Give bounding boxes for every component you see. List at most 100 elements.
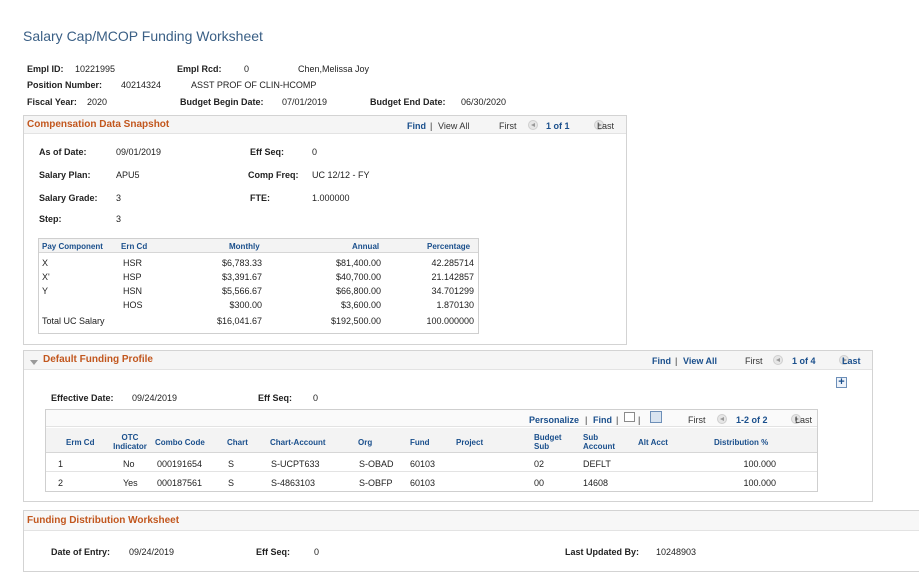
pay-row-1-monthly: $6,783.33 bbox=[221, 258, 262, 268]
salary-plan-value: APU5 bbox=[116, 170, 140, 180]
funding-row-2-combo: 000187561 bbox=[157, 478, 203, 488]
employee-name: Chen,Melissa Joy bbox=[298, 64, 370, 74]
position-title: ASST PROF OF CLIN-HCOMP bbox=[191, 80, 317, 90]
funding-profile-first-label: First bbox=[745, 356, 763, 366]
profile-eff-seq-value: 0 bbox=[313, 393, 319, 403]
step-value: 3 bbox=[116, 214, 122, 224]
pay-row-4-ern: HOS bbox=[123, 300, 143, 310]
funding-row-1-fund: 60103 bbox=[410, 459, 436, 469]
funding-distribution-panel: Funding Distribution Worksheet Date of E… bbox=[23, 510, 919, 572]
pay-row-2-ern: HSP bbox=[123, 272, 142, 282]
col-chart-account: Chart-Account bbox=[270, 438, 326, 447]
grid-last-label: Last bbox=[795, 415, 813, 425]
position-number-label: Position Number: bbox=[27, 80, 103, 90]
funding-row-1: 1 No 000191654 S S-UCPT633 S-OBAD 60103 … bbox=[46, 454, 817, 472]
as-of-date-label: As of Date: bbox=[39, 147, 87, 157]
pay-row-3-component: Y bbox=[42, 286, 49, 296]
funding-row-1-combo: 000191654 bbox=[157, 459, 203, 469]
snapshot-prev-icon[interactable] bbox=[528, 119, 538, 130]
funding-profile-count: 1 of 4 bbox=[792, 356, 816, 366]
pay-row-2-percentage: 21.142857 bbox=[431, 272, 474, 282]
effective-date-value: 09/24/2019 bbox=[132, 393, 178, 403]
col-ern-cd: Ern Cd bbox=[121, 242, 148, 251]
col-annual: Annual bbox=[352, 242, 380, 251]
funding-row-1-org: S-OBAD bbox=[359, 459, 394, 469]
funding-profile-prev-icon[interactable] bbox=[773, 354, 783, 365]
last-updated-label: Last Updated By: bbox=[565, 547, 640, 557]
date-of-entry-value: 09/24/2019 bbox=[129, 547, 175, 557]
fiscal-year-value: 2020 bbox=[87, 97, 108, 107]
fiscal-year-label: Fiscal Year: bbox=[27, 97, 77, 107]
budget-begin-value: 07/01/2019 bbox=[282, 97, 328, 107]
funding-row-2: 2 Yes 000187561 S S-4863103 S-OBFP 60103… bbox=[46, 473, 817, 491]
funding-row-2-org: S-OBFP bbox=[359, 478, 393, 488]
pay-row-4-percentage: 1.870130 bbox=[436, 300, 474, 310]
pay-component-table: Pay Component Ern Cd Monthly Annual Perc… bbox=[38, 238, 479, 334]
snapshot-header: Compensation Data Snapshot Find | View A… bbox=[24, 116, 626, 134]
pay-total-monthly: $16,041.67 bbox=[216, 316, 262, 326]
fte-value: 1.000000 bbox=[312, 193, 350, 203]
snapshot-view-all-link[interactable]: View All bbox=[438, 121, 469, 131]
funding-row-2-chart-account: S-4863103 bbox=[271, 478, 316, 488]
empl-rcd-value: 0 bbox=[244, 64, 250, 74]
funding-profile-find-link[interactable]: Find bbox=[652, 356, 671, 366]
pay-row-1-percentage: 42.285714 bbox=[431, 258, 474, 268]
snapshot-first-label: First bbox=[499, 121, 517, 131]
salary-grade-label: Salary Grade: bbox=[39, 193, 98, 203]
col-combo-code: Combo Code bbox=[155, 438, 205, 447]
snapshot-count: 1 of 1 bbox=[546, 121, 570, 131]
funding-grid: Personalize | Find | | First 1-2 of 2 La… bbox=[45, 409, 818, 492]
pay-row-3-percentage: 34.701299 bbox=[431, 286, 474, 296]
pay-total-annual: $192,500.00 bbox=[330, 316, 381, 326]
grid-separator-1: | bbox=[585, 415, 588, 425]
collapse-icon[interactable] bbox=[30, 357, 38, 367]
as-of-date-value: 09/01/2019 bbox=[116, 147, 162, 157]
funding-row-2-budget-sub: 00 bbox=[534, 478, 545, 488]
salary-plan-label: Salary Plan: bbox=[39, 170, 91, 180]
col-project: Project bbox=[456, 438, 484, 447]
new-window-icon[interactable] bbox=[624, 412, 635, 422]
col-budget-sub: Budget Sub bbox=[534, 433, 562, 451]
download-spreadsheet-icon[interactable] bbox=[650, 411, 662, 423]
snapshot-find-link[interactable]: Find bbox=[407, 121, 426, 131]
comp-freq-label: Comp Freq: bbox=[248, 170, 299, 180]
funding-row-1-sub-account: DEFLT bbox=[583, 459, 611, 469]
pay-total-percentage: 100.000000 bbox=[426, 316, 474, 326]
snapshot-eff-seq-label: Eff Seq: bbox=[250, 147, 285, 157]
col-erm-cd: Erm Cd bbox=[66, 438, 95, 447]
funding-profile-last-link[interactable]: Last bbox=[842, 356, 861, 366]
snapshot-separator: | bbox=[430, 121, 433, 131]
compensation-snapshot-panel: Compensation Data Snapshot Find | View A… bbox=[23, 115, 627, 345]
fte-label: FTE: bbox=[250, 193, 270, 203]
funding-profile-title[interactable]: Default Funding Profile bbox=[43, 354, 153, 365]
add-row-icon[interactable]: + bbox=[836, 377, 847, 388]
grid-prev-icon[interactable] bbox=[717, 413, 727, 424]
funding-profile-view-all-link[interactable]: View All bbox=[683, 356, 717, 366]
funding-row-2-sub-account: 14608 bbox=[583, 478, 609, 488]
pay-row-4-annual: $3,600.00 bbox=[340, 300, 381, 310]
comp-freq-value: UC 12/12 - FY bbox=[312, 170, 370, 180]
funding-row-2-num: 2 bbox=[58, 478, 64, 488]
position-number-value: 40214324 bbox=[121, 80, 162, 90]
funding-row-1-budget-sub: 02 bbox=[534, 459, 545, 469]
grid-personalize-link[interactable]: Personalize bbox=[529, 415, 579, 425]
snapshot-title: Compensation Data Snapshot bbox=[27, 119, 170, 130]
col-org: Org bbox=[358, 438, 373, 447]
effective-date-label: Effective Date: bbox=[51, 393, 114, 403]
grid-first-label: First bbox=[688, 415, 706, 425]
pay-row-2-component: X' bbox=[42, 272, 50, 282]
distribution-eff-seq-value: 0 bbox=[314, 547, 320, 557]
empl-rcd-label: Empl Rcd: bbox=[177, 64, 222, 74]
empl-id-label: Empl ID: bbox=[27, 64, 64, 74]
grid-separator-2: | bbox=[616, 415, 619, 425]
budget-end-label: Budget End Date: bbox=[370, 97, 446, 107]
distribution-header: Funding Distribution Worksheet bbox=[24, 511, 919, 531]
date-of-entry-label: Date of Entry: bbox=[51, 547, 111, 557]
pay-total-label: Total UC Salary bbox=[42, 316, 105, 326]
grid-find-link[interactable]: Find bbox=[593, 415, 612, 425]
funding-row-1-num: 1 bbox=[58, 459, 64, 469]
col-alt-acct: Alt Acct bbox=[638, 438, 668, 447]
page-title: Salary Cap/MCOP Funding Worksheet bbox=[23, 28, 263, 44]
pay-row-2-annual: $40,700.00 bbox=[335, 272, 381, 282]
col-pay-component: Pay Component bbox=[42, 242, 103, 251]
